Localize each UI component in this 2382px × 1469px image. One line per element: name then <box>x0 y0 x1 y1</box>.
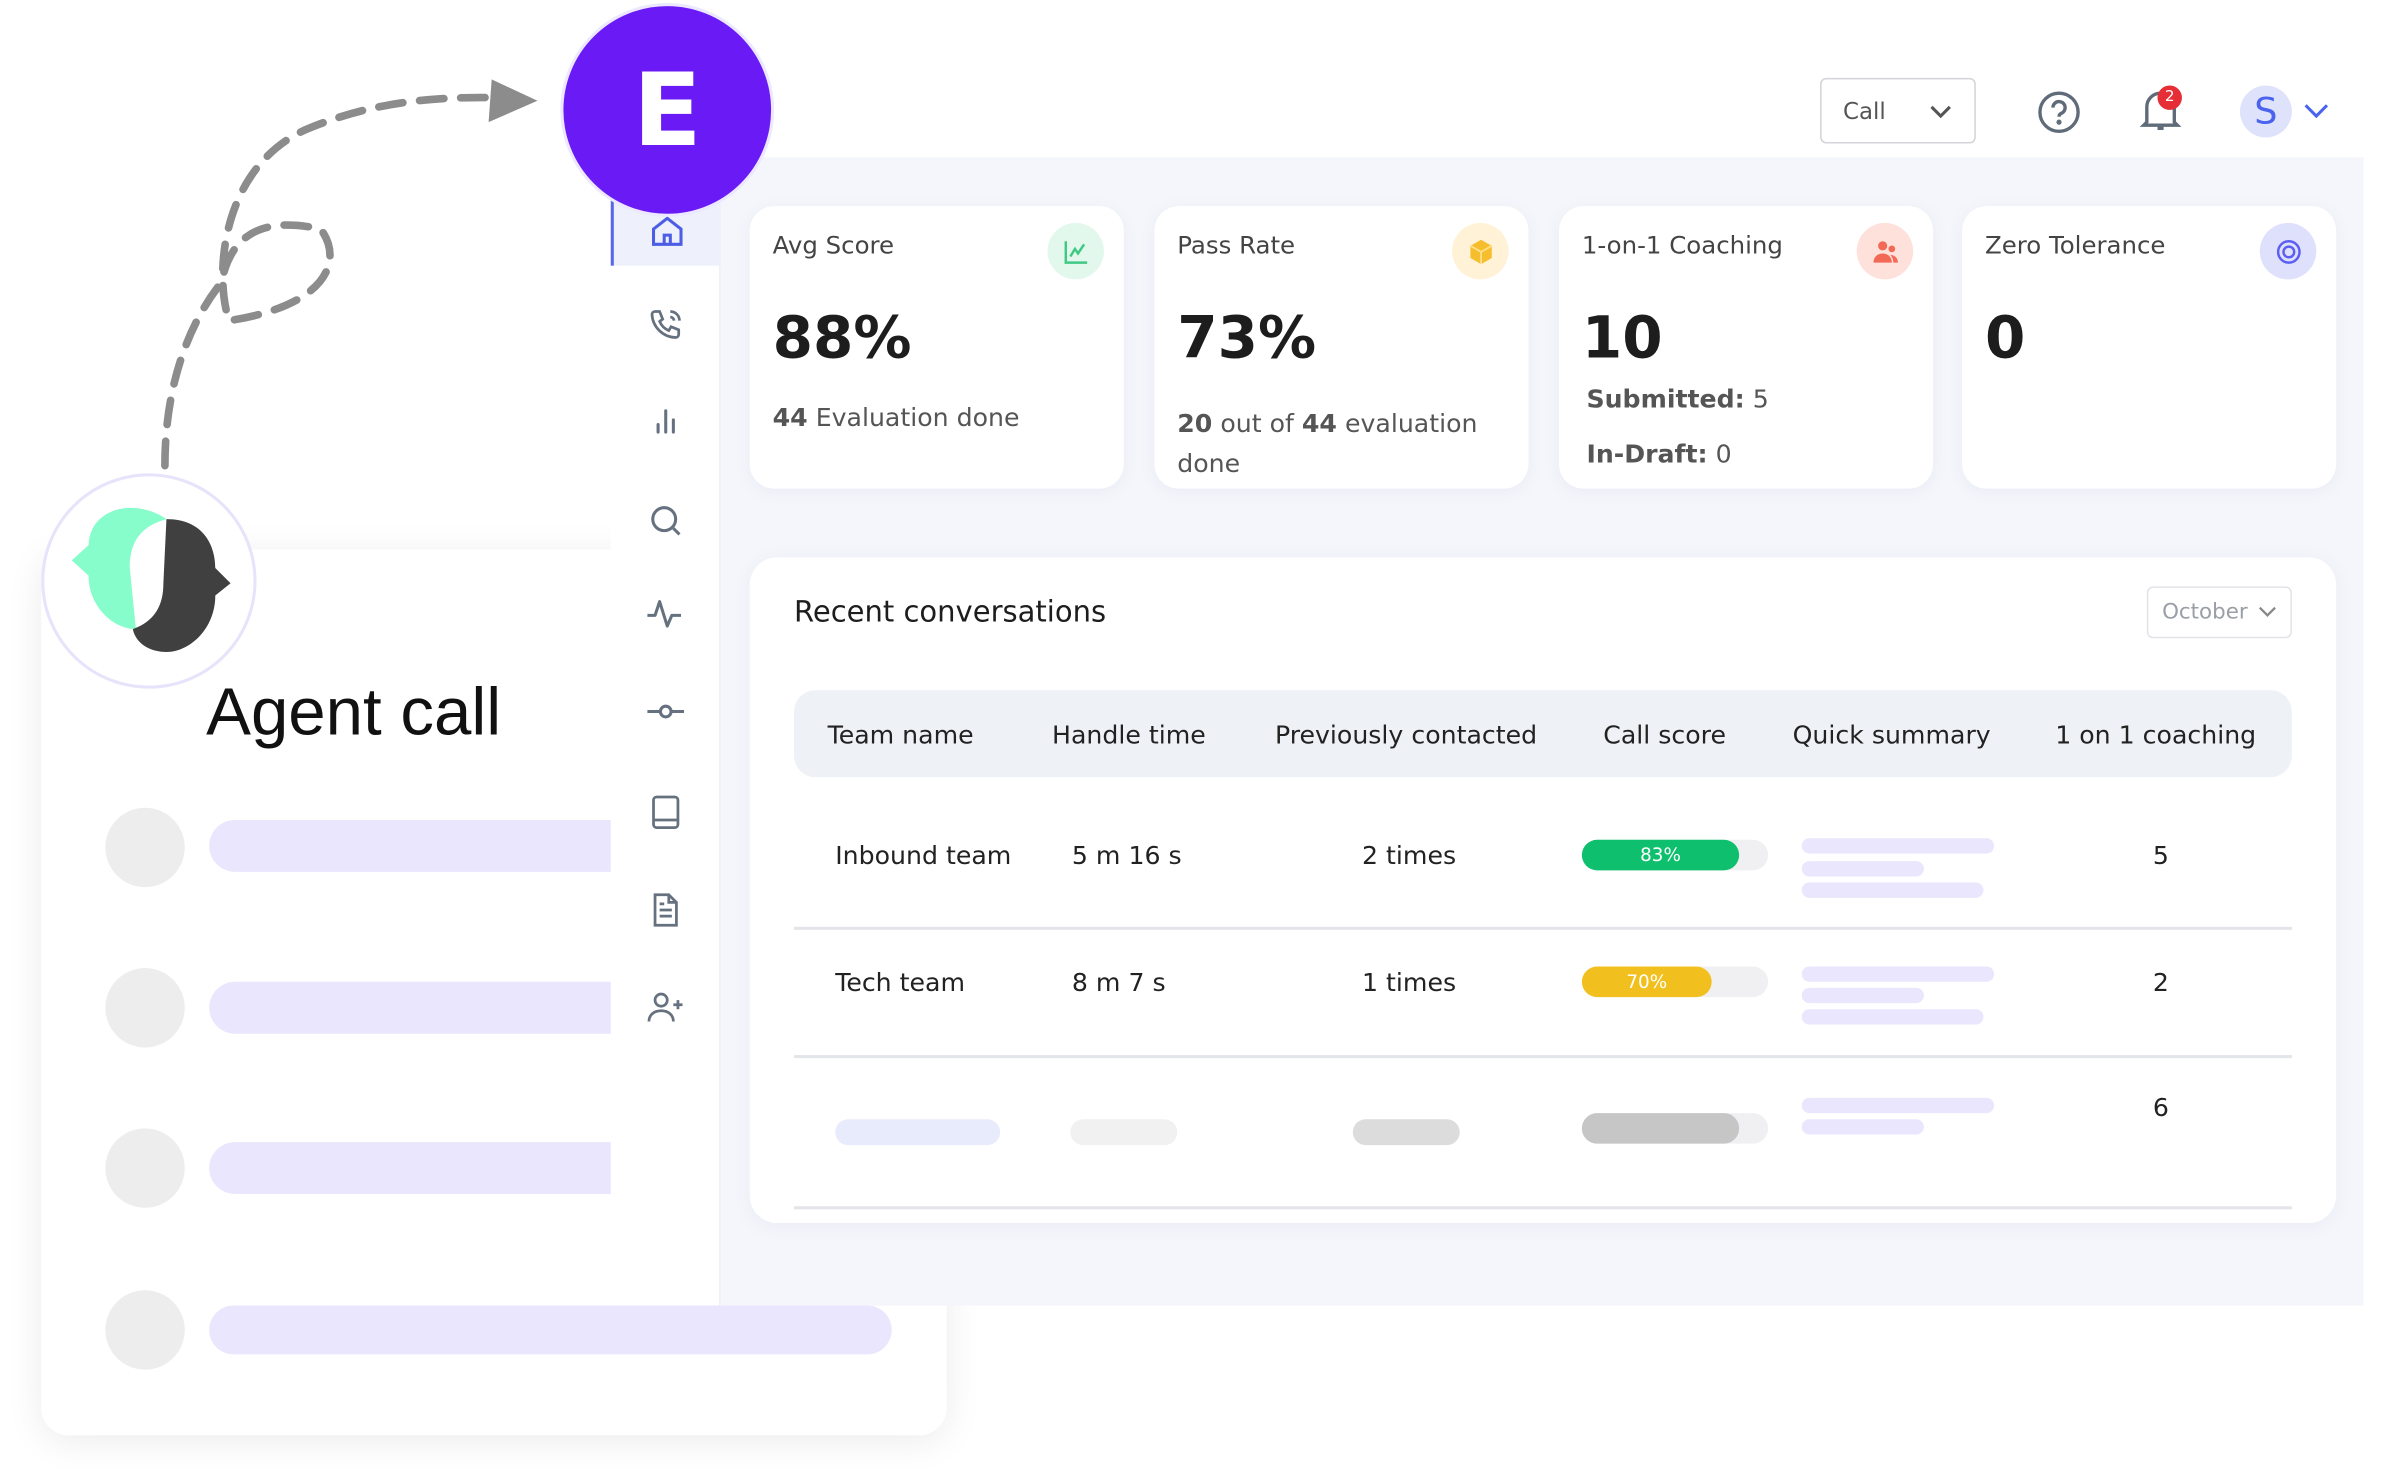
brand-letter: E <box>632 51 702 169</box>
commit-icon <box>647 704 685 719</box>
stat-card-avg-score: Avg Score 88% 44 Evaluation done <box>749 206 1124 489</box>
chevron-down-icon <box>2259 606 2276 617</box>
avatar: S <box>2239 85 2292 138</box>
activity-icon <box>647 600 681 628</box>
previously-contacted: 1 times <box>1361 968 1457 998</box>
chevron-down-icon <box>2304 104 2329 119</box>
submitted-label: Submitted: <box>1586 384 1745 414</box>
skeleton-avatar <box>105 1290 185 1370</box>
card-count: 20 <box>1177 409 1213 439</box>
card-caption: out of <box>1212 409 1302 439</box>
stat-card-pass-rate: Pass Rate 73% 20 out of 44 evaluation do… <box>1154 206 1529 489</box>
call-score-fill: 83% <box>1581 839 1740 871</box>
users-icon <box>1856 222 1914 280</box>
card-caption: Evaluation done <box>807 403 1020 433</box>
summary-skeleton <box>1801 987 1924 1004</box>
summary-skeleton <box>1801 966 1995 982</box>
skeleton-bar <box>209 1305 892 1355</box>
summary-skeleton <box>1801 1097 1995 1114</box>
brand-logo: E <box>560 3 775 217</box>
column-header: Quick summary <box>1792 720 1991 750</box>
summary-skeleton <box>1801 882 1984 898</box>
notifications-button[interactable]: 2 <box>2138 85 2190 138</box>
document-icon <box>653 893 678 927</box>
card-value: 10 <box>1581 303 1663 372</box>
column-header: Call score <box>1603 720 1726 750</box>
draft-count: 0 <box>1715 439 1732 469</box>
previously-contacted: 2 times <box>1361 841 1457 871</box>
user-menu[interactable]: S <box>2239 85 2330 138</box>
row-divider <box>793 1206 2292 1209</box>
coaching-count: 5 <box>2152 841 2169 871</box>
recent-conversations-panel: Recent conversations October Team name H… <box>749 557 2337 1224</box>
column-header: Team name <box>827 720 974 750</box>
table-header: Team name Handle time Previously contact… <box>793 690 2292 778</box>
skeleton-avatar <box>105 807 185 888</box>
box-icon <box>1452 222 1509 280</box>
channel-select[interactable]: Call <box>1820 77 1976 144</box>
help-icon[interactable] <box>2037 90 2081 134</box>
coaching-count: 2 <box>2152 968 2169 998</box>
column-header: Handle time <box>1052 720 1206 750</box>
call-score-fill: 70% <box>1581 966 1712 998</box>
coaching-count: 6 <box>2152 1093 2169 1123</box>
user-plus-icon <box>647 992 683 1022</box>
chevron-down-icon <box>1930 105 1951 118</box>
handle-time: 5 m 16 s <box>1071 841 1182 871</box>
submitted-count: 5 <box>1752 384 1769 414</box>
sidebar-item-library[interactable] <box>611 779 721 846</box>
team-skeleton <box>835 1119 1001 1146</box>
call-score-bar: 83% <box>1581 839 1769 871</box>
target-icon <box>2259 222 2317 280</box>
sidebar-item-activity[interactable] <box>611 580 721 647</box>
card-total: 44 <box>1301 409 1337 439</box>
summary-skeleton <box>1801 838 1995 854</box>
agent-logo <box>41 473 257 689</box>
column-header: 1 on 1 coaching <box>2055 720 2257 750</box>
call-score-bar: 70% <box>1581 966 1769 998</box>
draft-label: In-Draft: <box>1586 439 1708 469</box>
skeleton-avatar <box>105 968 185 1048</box>
team-name: Tech team <box>835 968 966 998</box>
team-name: Inbound team <box>835 841 1012 871</box>
summary-skeleton <box>1801 1119 1924 1135</box>
call-score-bar <box>1581 1113 1769 1144</box>
sidebar-item-pipeline[interactable] <box>611 678 721 745</box>
stat-card-zero-tolerance: Zero Tolerance 0 <box>1962 206 2337 489</box>
notification-badge: 2 <box>2157 85 2182 110</box>
row-divider <box>793 926 2292 930</box>
handle-time: 8 m 7 s <box>1071 968 1166 998</box>
sidebar-item-documents[interactable] <box>611 876 721 943</box>
card-value: 0 <box>1984 303 2026 372</box>
month-select[interactable]: October <box>2146 586 2292 639</box>
contacted-skeleton <box>1352 1119 1460 1146</box>
skeleton-bar <box>209 819 668 872</box>
stat-card-coaching: 1-on-1 Coaching 10 Submitted: 5 In-Draft… <box>1558 206 1934 489</box>
two-heads-icon <box>71 507 231 652</box>
skeleton-bar <box>209 1142 668 1195</box>
summary-skeleton <box>1801 861 1924 877</box>
summary-skeleton <box>1801 1009 1984 1025</box>
book-icon <box>652 795 680 829</box>
search-icon <box>651 506 681 536</box>
section-title: Recent conversations <box>793 595 1107 630</box>
sidebar-item-add-user[interactable] <box>611 974 721 1041</box>
row-divider <box>793 1055 2292 1058</box>
call-score-fill <box>1581 1113 1740 1144</box>
skeleton-avatar <box>105 1128 185 1208</box>
handle-skeleton <box>1070 1119 1178 1146</box>
month-select-value: October <box>2162 600 2248 625</box>
sidebar-item-search[interactable] <box>611 487 721 554</box>
skeleton-bar <box>209 981 668 1034</box>
column-header: Previously contacted <box>1274 720 1538 750</box>
channel-select-value: Call <box>1842 96 1886 125</box>
line-chart-icon <box>1047 222 1104 280</box>
card-value: 73% <box>1177 303 1317 372</box>
